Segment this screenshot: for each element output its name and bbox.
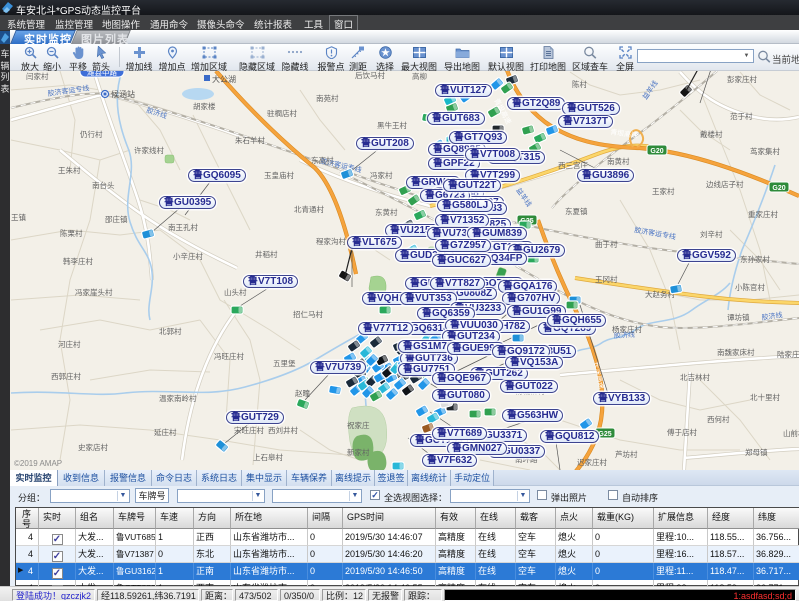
svg-text:冯家村: 冯家村 [370,170,393,180]
svg-text:王镇: 王镇 [11,212,26,222]
svg-text:长深高速: 长深高速 [592,361,607,390]
svg-text:南台头: 南台头 [92,180,115,190]
svg-text:王朱村: 王朱村 [58,165,81,175]
svg-text:边线店子村: 边线店子村 [706,179,744,189]
svg-text:彭家庄村: 彭家庄村 [727,74,757,84]
svg-text:北十里村: 北十里村 [750,392,780,402]
svg-text:G20: G20 [772,185,785,192]
svg-text:西郭庄村: 西郭庄村 [51,371,81,381]
svg-text:陆家庄: 陆家庄 [777,349,799,359]
svg-text:谭坊镇: 谭坊镇 [727,312,750,322]
svg-text:井稻村: 井稻村 [255,249,278,259]
svg-text:傅于店村: 傅于店村 [667,427,697,437]
svg-text:东孙家村: 东孙家村 [740,254,770,264]
svg-text:南黄村: 南黄村 [607,156,630,166]
svg-text:上石皋村: 上石皋村 [253,452,283,462]
svg-text:刘辛村: 刘辛村 [700,229,723,239]
svg-text:陈栗村: 陈栗村 [60,228,83,238]
svg-text:黑牛王村: 黑牛王村 [377,120,407,130]
svg-text:范于村: 范于村 [730,111,753,121]
svg-text:胶济客运专线: 胶济客运专线 [634,225,677,241]
svg-text:程家沟村: 程家沟村 [316,236,346,246]
svg-text:高柳: 高柳 [412,71,427,81]
svg-text:邵庄镇: 邵庄镇 [105,214,128,224]
svg-text:许家线村: 许家线村 [134,145,164,155]
svg-text:小辛庄村: 小辛庄村 [173,251,203,261]
svg-text:宋旺庄村: 宋旺庄村 [234,425,264,435]
svg-text:重家庄村: 重家庄村 [748,209,778,219]
svg-text:陈村: 陈村 [572,79,587,89]
svg-text:河庄村: 河庄村 [58,339,81,349]
svg-text:祝家庄: 祝家庄 [347,420,370,430]
svg-text:山前村: 山前村 [783,428,799,438]
svg-text:仍行村: 仍行村 [80,129,103,139]
svg-text:韩李庄村: 韩李庄村 [63,256,93,266]
svg-text:王家村: 王家村 [652,186,675,196]
svg-text:青垠高速: 青垠高速 [610,127,639,140]
svg-text:朱石羊村: 朱石羊村 [235,135,265,145]
svg-text:北郭村: 北郭村 [159,326,182,336]
svg-text:北青通村: 北青通村 [294,204,324,214]
svg-text:东高村: 东高村 [311,155,334,165]
svg-text:玉皇庙村: 玉皇庙村 [264,170,294,180]
svg-text:五里堡: 五里堡 [273,358,296,368]
svg-text:史家店村: 史家店村 [78,442,108,452]
svg-text:胡家楼: 胡家楼 [193,101,216,111]
svg-text:杨家庄村: 杨家庄村 [612,324,642,334]
svg-text:冯家崖头村: 冯家崖头村 [75,287,113,297]
svg-text:大公湖: 大公湖 [212,74,236,84]
svg-text:东夏镇: 东夏镇 [565,206,588,216]
svg-text:后饮马村: 后饮马村 [355,71,385,80]
svg-text:益羊线: 益羊线 [514,186,533,208]
svg-text:G20: G20 [650,148,663,155]
svg-text:南苑村: 南苑村 [316,93,339,103]
svg-text:西刘井村: 西刘井村 [268,425,298,435]
svg-text:G25: G25 [598,431,611,438]
svg-text:驻橍店村: 驻橍店村 [267,108,297,118]
svg-text:潍县中路: 潍县中路 [87,71,117,77]
svg-text:南王孔村: 南王孔村 [168,222,198,232]
svg-text:冯旺庄村: 冯旺庄村 [214,351,244,361]
svg-text:北吉林村: 北吉林村 [680,372,710,382]
svg-text:山头村: 山头村 [224,287,247,297]
svg-text:东黄村: 东黄村 [375,207,398,217]
svg-text:温家南岭村: 温家南岭村 [159,393,197,403]
svg-text:候涵站: 候涵站 [111,89,135,99]
svg-text:小陈官村: 小陈官村 [735,282,765,292]
svg-text:曲于村: 曲于村 [595,239,618,249]
svg-text:招仁马村: 招仁马村 [293,309,323,319]
svg-text:戴楼村: 戴楼村 [700,129,723,139]
svg-text:新家村: 新家村 [347,447,370,457]
svg-text:芦坊村: 芦坊村 [615,449,638,459]
svg-text:王冈村: 王冈村 [595,274,618,284]
svg-text:闫家村: 闫家村 [26,71,49,81]
svg-text:©2019 AMAP: ©2019 AMAP [14,459,62,468]
svg-text:西何村: 西何村 [707,414,730,424]
svg-text:延庄村: 延庄村 [154,427,177,437]
svg-text:郑母镇: 郑母镇 [745,447,768,457]
svg-text:南魏家床村: 南魏家床村 [717,347,755,357]
svg-text:茑家集村: 茑家集村 [750,146,780,156]
svg-text:迟家庄村: 迟家庄村 [577,457,607,467]
